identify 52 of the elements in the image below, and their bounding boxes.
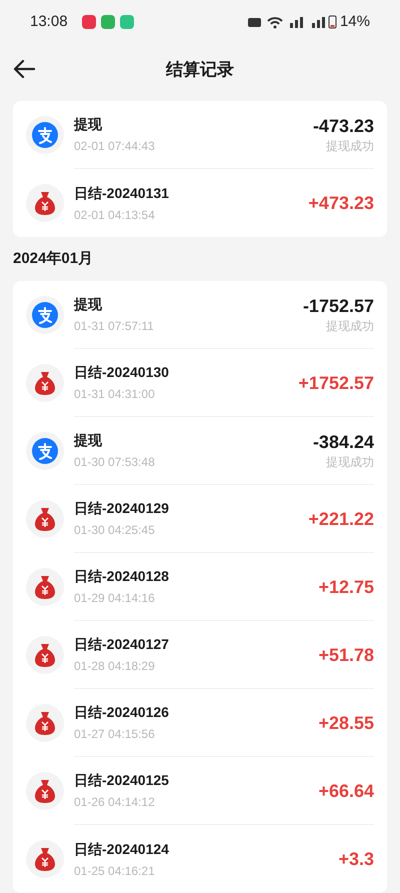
money-bag-icon — [33, 846, 57, 872]
record-title: 日结-20240129 — [74, 499, 170, 518]
record-amount: -473.23 — [312, 114, 374, 136]
record-title: 日结-20240126 — [74, 703, 170, 722]
record-amount: +66.64 — [318, 780, 374, 802]
record-title: 提现 — [74, 295, 103, 314]
record-time: 01-31 04:31:00 — [74, 386, 156, 403]
record-title: 日结-20240127 — [74, 635, 170, 654]
money-bag-icon — [33, 370, 57, 396]
record-time: 01-30 04:25:45 — [74, 522, 156, 539]
record-amount: +28.55 — [318, 712, 374, 734]
money-bag-icon — [33, 190, 57, 216]
back-arrow-icon[interactable] — [13, 59, 35, 79]
record-amount: +51.78 — [318, 644, 374, 666]
money-bag-icon — [33, 710, 57, 736]
money-bag-icon — [33, 642, 57, 668]
page-title: 结算记录 — [166, 59, 234, 82]
record-time: 01-30 07:53:48 — [74, 454, 156, 471]
record-amount: +3.3 — [338, 848, 374, 870]
record-amount: +1752.57 — [298, 372, 374, 394]
record-amount: +221.22 — [308, 508, 374, 530]
money-bag-icon — [33, 574, 57, 600]
record-amount: +473.23 — [308, 192, 374, 214]
status-time: 13:08 — [30, 12, 68, 32]
record-title: 提现 — [74, 431, 103, 450]
record-status: 提现成功 — [326, 318, 374, 334]
record-title: 提现 — [74, 115, 103, 134]
record-amount: +12.75 — [318, 576, 374, 598]
record-time: 01-28 04:18:29 — [74, 658, 156, 675]
battery-percent: 14% — [340, 12, 370, 32]
payment-app-icon — [32, 302, 58, 328]
money-bag-icon — [33, 778, 57, 804]
money-bag-icon — [33, 506, 57, 532]
record-title: 日结-20240128 — [74, 567, 170, 586]
payment-app-icon — [32, 438, 58, 464]
record-amount: -1752.57 — [302, 294, 374, 316]
month-heading: 2024年01月 — [13, 248, 94, 269]
record-time: 01-25 04:16:21 — [74, 862, 156, 880]
record-title: 日结-20240130 — [74, 363, 170, 382]
record-time: 01-29 04:14:16 — [74, 590, 156, 607]
record-time: 02-01 07:44:43 — [74, 138, 156, 155]
record-status: 提现成功 — [326, 454, 374, 470]
record-time: 01-27 04:15:56 — [74, 726, 156, 743]
record-title: 日结-20240125 — [74, 771, 170, 790]
payment-app-icon — [32, 122, 58, 148]
record-amount: -384.24 — [312, 430, 374, 452]
record-time: 02-01 04:13:54 — [74, 206, 156, 224]
record-title: 日结-20240124 — [74, 840, 170, 858]
record-title: 日结-20240131 — [74, 184, 170, 202]
record-time: 01-31 07:57:11 — [74, 318, 155, 335]
record-status: 提现成功 — [326, 138, 374, 154]
record-time: 01-26 04:14:12 — [74, 794, 156, 811]
